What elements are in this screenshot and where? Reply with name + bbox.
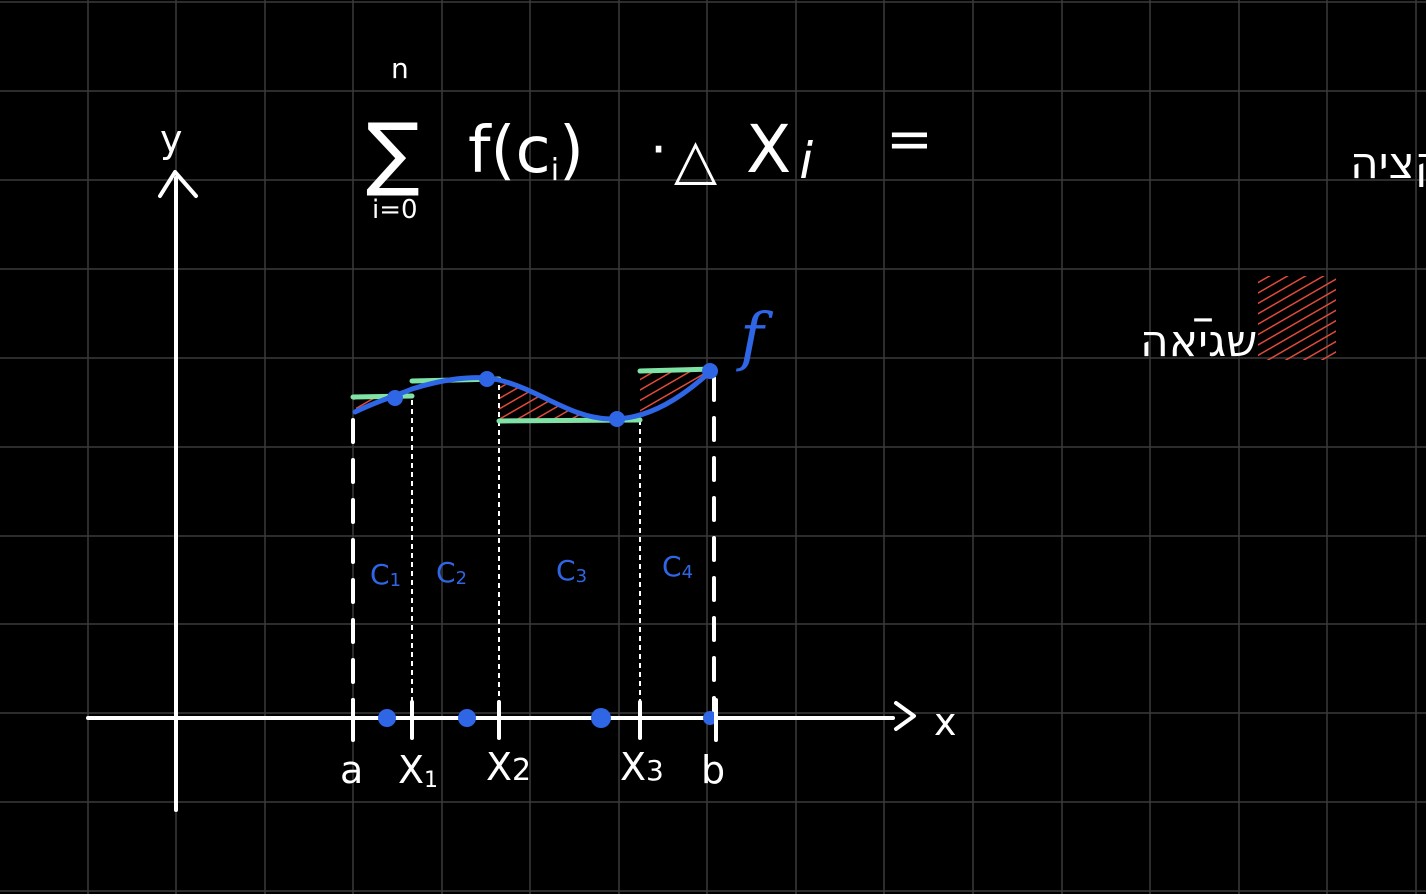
axis-dot-1 bbox=[378, 709, 396, 727]
curve-dot-2 bbox=[479, 371, 495, 387]
y-axis-label: y bbox=[160, 117, 183, 161]
tick-label-a: a bbox=[340, 748, 363, 792]
delta-symbol: △ bbox=[674, 127, 717, 192]
curve-dot-1 bbox=[387, 390, 403, 406]
tick-label-b: b bbox=[701, 748, 725, 792]
axis-dot-3 bbox=[591, 708, 611, 728]
tick-label-x3: X3 bbox=[620, 745, 664, 789]
x-axis-label: x bbox=[934, 700, 957, 744]
riemann-sum-diagram: y x a b X1 X2 X3 C1 C2 C3 C4 f n ∑ i=0 f… bbox=[0, 0, 1426, 894]
x-axis-arrowhead bbox=[894, 701, 916, 731]
riemann-sum-formula: n ∑ i=0 f(ci) · △ Xi = bbox=[366, 52, 933, 225]
sample-label-c3: C3 bbox=[556, 554, 587, 587]
error-legend-swatch bbox=[1258, 276, 1336, 360]
function-name-label: f bbox=[736, 300, 774, 374]
sample-label-c2: C2 bbox=[436, 556, 467, 589]
sample-point-labels: C1 C2 C3 C4 bbox=[370, 550, 693, 591]
sum-lower-limit: i=0 bbox=[372, 195, 418, 225]
tick-label-x2: X2 bbox=[486, 745, 531, 789]
formula-x: Xi bbox=[746, 111, 813, 190]
area-of-function-label: שטח הפונקציה bbox=[1350, 138, 1426, 189]
equals-sign: = bbox=[886, 107, 933, 172]
formula-body: f(ci) bbox=[468, 114, 584, 188]
sample-label-c1: C1 bbox=[370, 558, 401, 591]
curve-dot-3 bbox=[609, 411, 625, 427]
sum-upper-limit: n bbox=[391, 52, 409, 85]
curve-dot-4 bbox=[702, 363, 718, 379]
multiply-dot: · bbox=[650, 118, 667, 181]
error-legend-label: שגיאה bbox=[1140, 316, 1257, 367]
error-legend: – שגיאה bbox=[1140, 276, 1336, 367]
sum-symbol: ∑ bbox=[366, 106, 420, 199]
partition-lines bbox=[351, 376, 716, 718]
axis-dot-2 bbox=[458, 709, 476, 727]
tick-label-x1: X1 bbox=[398, 748, 438, 793]
rectangle-top-1 bbox=[350, 393, 415, 400]
sample-label-c4: C4 bbox=[662, 550, 693, 583]
